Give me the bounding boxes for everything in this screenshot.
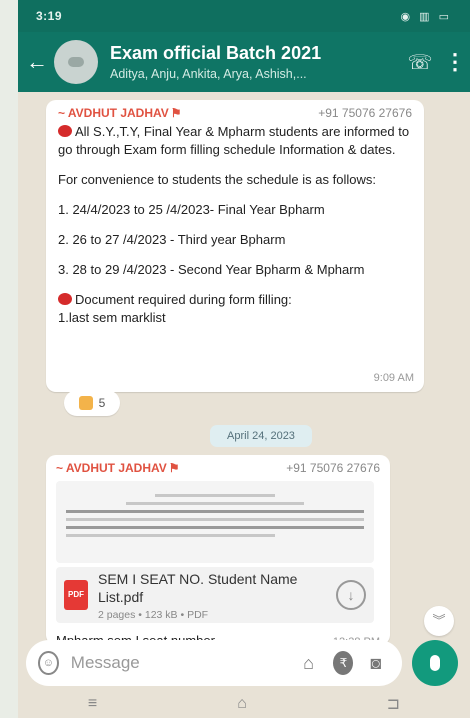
file-info: SEM I SEAT NO. Student Name List.pdf 2 p… [98, 570, 336, 621]
status-time: 3:19 [36, 9, 63, 23]
reaction-badge[interactable]: 5 [64, 390, 120, 416]
schedule-item-2: 2. 26 to 27 /4/2023 - Third year Bpharm [58, 232, 286, 247]
camera-icon[interactable]: ◙ [361, 653, 390, 674]
message-bubble-schedule[interactable]: ~ AVDHUT JADHAV ⚑ +91 75076 27676 All S.… [46, 100, 424, 392]
more-options-icon[interactable]: ⋮ [440, 49, 470, 75]
recent-apps-icon[interactable]: ≡ [88, 695, 97, 713]
message-time: 9:09 AM [373, 372, 414, 384]
microphone-icon [430, 655, 440, 671]
date-separator: April 24, 2023 [210, 425, 312, 447]
schedule-item-3: 3. 28 to 29 /4/2023 - Second Year Bpharm… [58, 262, 365, 277]
home-icon[interactable]: ⌂ [237, 695, 247, 713]
message-sender-row: ~ AVDHUT JADHAV ⚑ +91 75076 27676 [58, 106, 412, 120]
avatar-placeholder-icon [68, 57, 84, 67]
scroll-to-bottom-button[interactable]: ︾ [424, 606, 454, 636]
group-avatar[interactable] [54, 40, 98, 84]
red-circle-icon [58, 125, 72, 137]
status-icons: ◉ ▥ ▭ [400, 10, 452, 23]
voice-message-button[interactable] [412, 640, 458, 686]
sender-phone: +91 75076 27676 [286, 461, 380, 475]
group-title: Exam official Batch 2021 [110, 43, 322, 63]
red-circle-icon [58, 293, 72, 305]
attachment-icon[interactable]: ⌂ [292, 653, 326, 674]
document-item: 1.last sem marklist [58, 310, 166, 325]
flag-icon: ⚑ [170, 106, 182, 120]
file-meta: 2 pages • 123 kB • PDF [98, 608, 209, 621]
chat-title-block[interactable]: Exam official Batch 2021 Aditya, Anju, A… [110, 43, 400, 81]
file-name: SEM I SEAT NO. Student Name List.pdf [98, 570, 298, 605]
thumbs-up-icon [78, 396, 93, 410]
file-attachment[interactable]: PDF SEM I SEAT NO. Student Name List.pdf… [56, 567, 374, 623]
document-preview[interactable] [56, 481, 374, 563]
phone-screen: 3:19 ◉ ▥ ▭ ← Exam official Batch 2021 Ad… [18, 0, 470, 718]
add-call-icon[interactable]: ☏ [400, 50, 440, 75]
flag-icon: ⚑ [168, 461, 180, 475]
sender-name[interactable]: ~ AVDHUT JADHAV [58, 106, 169, 120]
document-required: Document required during form filling: [75, 292, 292, 307]
message-intro: All S.Y.,T.Y, Final Year & Mpharm studen… [58, 124, 410, 157]
back-nav-icon[interactable]: ⊐ [387, 694, 400, 714]
message-text: All S.Y.,T.Y, Final Year & Mpharm studen… [58, 123, 412, 327]
status-bar: 3:19 ◉ ▥ ▭ [18, 0, 470, 32]
message-composer: ☺ ⌂ ₹ ◙ [26, 640, 402, 686]
schedule-item-1: 1. 24/4/2023 to 25 /4/2023- Final Year B… [58, 202, 325, 217]
message-sender-row: ~ AVDHUT JADHAV ⚑ +91 75076 27676 [56, 461, 380, 475]
message-convenience: For convenience to students the schedule… [58, 172, 376, 187]
back-arrow-icon[interactable]: ← [26, 49, 52, 75]
pdf-file-icon: PDF [64, 580, 88, 610]
download-icon[interactable]: ↓ [336, 580, 366, 610]
sender-phone: +91 75076 27676 [318, 106, 412, 120]
group-members: Aditya, Anju, Ankita, Arya, Ashish,... [110, 67, 307, 81]
message-input[interactable] [70, 653, 292, 673]
system-nav-bar: ≡ ⌂ ⊐ [18, 690, 470, 718]
payment-icon[interactable]: ₹ [333, 651, 354, 675]
chat-header: ← Exam official Batch 2021 Aditya, Anju,… [18, 32, 470, 92]
reaction-count: 5 [98, 396, 106, 410]
message-bubble-document[interactable]: ~ AVDHUT JADHAV ⚑ +91 75076 27676 PDF SE… [46, 455, 390, 648]
sender-name[interactable]: ~ AVDHUT JADHAV [56, 461, 167, 475]
emoji-icon[interactable]: ☺ [38, 651, 59, 675]
